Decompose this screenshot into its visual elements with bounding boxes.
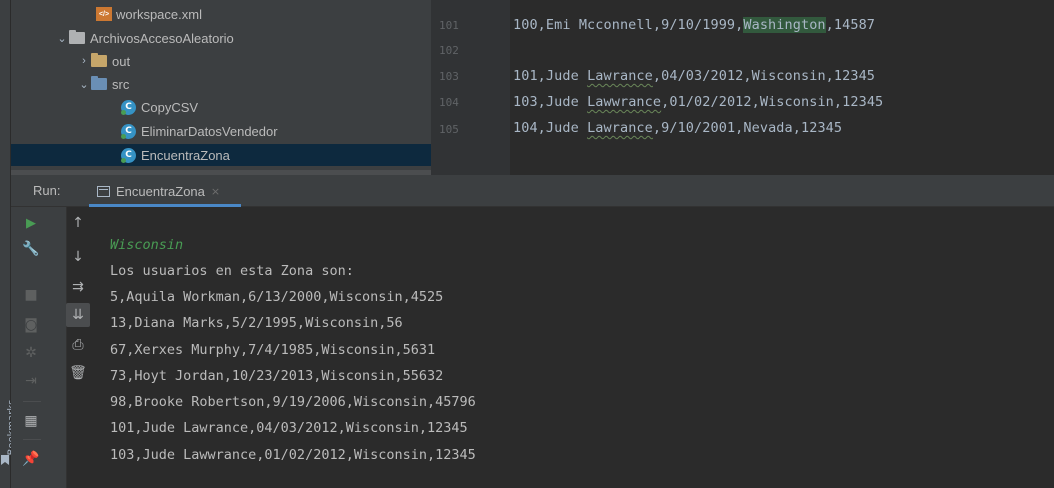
run-tool-window-header: Run: EncuentraZona ×: [11, 175, 1054, 207]
tree-item-workspace-xml[interactable]: </> workspace.xml: [11, 3, 431, 25]
run-toolbar-secondary: ↑ ↓ ⇉ ⇊ ⎙ 🗑: [66, 207, 94, 488]
console-line: 103,Jude Lawwrance,01/02/2012,Wisconsin,…: [110, 447, 476, 463]
arrow-up-icon[interactable]: ↑: [66, 211, 90, 235]
tree-item-encuentrazona[interactable]: C EncuentraZona: [11, 144, 431, 166]
trash-icon[interactable]: 🗑: [66, 361, 90, 385]
folder-icon: [91, 53, 107, 67]
code-text: ,04/03/2012,Wisconsin,12345: [652, 68, 876, 84]
typo-highlight: Lawrance: [587, 120, 653, 136]
print-icon[interactable]: ⎙: [66, 333, 90, 357]
tree-item-label: ArchivosAccesoAleatorio: [90, 30, 234, 46]
line-number: 103: [439, 70, 459, 83]
console-line: 73,Hoyt Jordan,10/23/2013,Wisconsin,5563…: [110, 368, 444, 384]
line-number: 104: [439, 96, 459, 109]
xml-file-icon: </>: [96, 7, 112, 21]
exit-icon[interactable]: ⇥: [19, 369, 43, 393]
code-line-101: 100,Emi Mcconnell,9/10/1999,Washington,1…: [513, 17, 875, 33]
editor-gutter: 101 102 103 104 105: [431, 0, 510, 175]
java-class-icon: C: [121, 99, 136, 115]
stop-icon[interactable]: ■: [19, 283, 43, 307]
console-line: 13,Diana Marks,5/2/1995,Wisconsin,56: [110, 315, 403, 331]
console-line: 98,Brooke Robertson,9/19/2006,Wisconsin,…: [110, 394, 476, 410]
console-line: Los usuarios en esta Zona son:: [110, 263, 354, 279]
code-text: ,9/10/2001,Nevada,12345: [652, 120, 843, 136]
tree-item-label: CopyCSV: [141, 99, 199, 115]
code-line-103: 101,Jude Lawrance,04/03/2012,Wisconsin,1…: [513, 68, 875, 84]
bookmark-icon: [1, 455, 9, 465]
console-icon: [97, 185, 110, 197]
code-line-105: 104,Jude Lawrance,9/10/2001,Nevada,12345: [513, 120, 842, 136]
code-line-104: 103,Jude Lawwrance,01/02/2012,Wisconsin,…: [513, 94, 883, 110]
camera-icon[interactable]: ◙: [19, 313, 43, 337]
code-text: ,01/02/2012,Wisconsin,12345: [661, 94, 884, 110]
code-text: 104,Jude: [513, 120, 588, 136]
code-text: 103,Jude: [513, 94, 588, 110]
console-line: 101,Jude Lawrance,04/03/2012,Wisconsin,1…: [110, 420, 468, 436]
console-output[interactable]: Wisconsin Los usuarios en esta Zona son:…: [97, 207, 1054, 488]
search-highlight: Washington: [743, 17, 826, 33]
scroll-to-end-icon[interactable]: ⇊: [66, 303, 90, 327]
tree-item-label: EncuentraZona: [141, 147, 230, 163]
layout-icon[interactable]: ▦: [19, 409, 43, 433]
code-text: ,14587: [825, 17, 876, 33]
source-folder-icon: [91, 76, 107, 90]
tree-item-label: EliminarDatosVendedor: [141, 123, 278, 139]
bookmarks-strip: Bookmarks: [0, 0, 18, 488]
java-class-icon: C: [121, 147, 136, 163]
typo-highlight: Lawrance: [587, 68, 653, 84]
tab-label: EncuentraZona: [116, 183, 205, 199]
tree-item-label: src: [112, 76, 130, 92]
chevron-down-icon[interactable]: ⌄: [77, 78, 91, 91]
chevron-right-icon[interactable]: ›: [77, 55, 91, 67]
bug-icon[interactable]: ✲: [19, 341, 43, 365]
tree-item-label: workspace.xml: [116, 6, 202, 22]
code-text: 100,Emi Mcconnell,9/10/1999,: [513, 17, 744, 33]
toolbar-divider: [23, 439, 41, 440]
java-class-icon: C: [121, 123, 136, 139]
line-number: 102: [439, 44, 459, 57]
typo-highlight: Lawwrance: [587, 94, 662, 110]
tree-item-label: out: [112, 53, 131, 69]
chevron-down-icon[interactable]: ⌄: [55, 32, 69, 45]
folder-icon: [69, 30, 85, 44]
project-tree: </> workspace.xml ⌄ ArchivosAccesoAleato…: [11, 0, 431, 175]
line-number: 105: [439, 123, 459, 136]
run-title: Run:: [33, 183, 61, 198]
tree-item-eliminardatosvendedor[interactable]: C EliminarDatosVendedor: [11, 120, 431, 142]
code-editor[interactable]: 100,Emi Mcconnell,9/10/1999,Washington,1…: [510, 0, 1054, 175]
console-line: 5,Aquila Workman,6/13/2000,Wisconsin,452…: [110, 289, 444, 305]
tree-item-project-folder[interactable]: ⌄ ArchivosAccesoAleatorio: [11, 27, 431, 49]
tree-item-out[interactable]: › out: [11, 50, 431, 72]
tree-item-src[interactable]: ⌄ src: [11, 73, 431, 95]
console-input-echo: Wisconsin: [110, 237, 184, 253]
soft-wrap-icon[interactable]: ⇉: [66, 275, 90, 299]
run-tab-encuentrazona[interactable]: EncuentraZona ×: [89, 175, 228, 207]
close-icon[interactable]: ×: [211, 185, 220, 198]
pin-icon[interactable]: 📌: [19, 447, 43, 471]
line-number: 101: [439, 19, 459, 32]
wrench-icon[interactable]: 🔧: [19, 237, 43, 261]
toolbar-divider: [23, 401, 41, 402]
rerun-icon[interactable]: ▶: [19, 211, 43, 235]
console-line: 67,Xerxes Murphy,7/4/1985,Wisconsin,5631: [110, 342, 436, 358]
arrow-down-icon[interactable]: ↓: [66, 245, 90, 269]
tree-item-copycsv[interactable]: C CopyCSV: [11, 96, 431, 118]
code-text: 101,Jude: [513, 68, 588, 84]
run-toolbar-primary: ▶ 🔧 ■ ◙ ✲ ⇥ ▦ 📌: [19, 207, 47, 488]
